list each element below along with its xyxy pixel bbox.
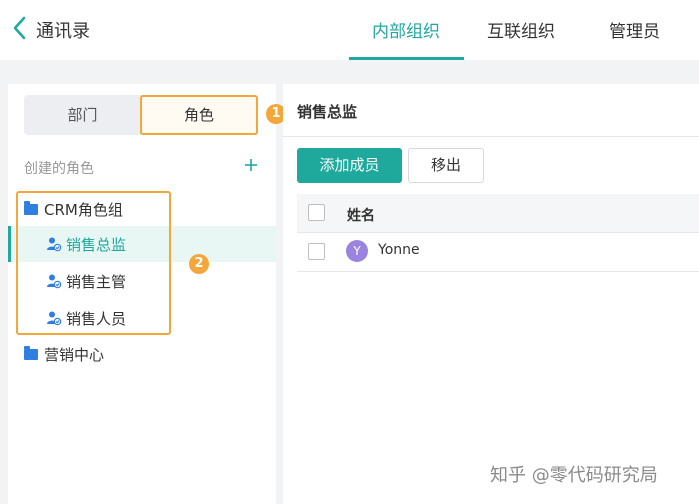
avatar: Y: [346, 240, 368, 262]
chevron-left-icon: [13, 16, 26, 40]
main-panel: [283, 84, 699, 504]
role-group-marketing[interactable]: 营销中心: [24, 343, 104, 365]
tab-admin[interactable]: 管理员: [609, 17, 660, 42]
plus-icon: [245, 159, 257, 171]
remove-button[interactable]: 移出: [408, 148, 484, 183]
active-tab-indicator: [349, 57, 464, 60]
tab-connected-org[interactable]: 互联组织: [487, 17, 555, 42]
segment-department[interactable]: 部门: [24, 95, 141, 135]
tab-internal-org[interactable]: 内部组织: [372, 17, 440, 42]
segment-role[interactable]: 角色: [140, 95, 258, 135]
divider: [297, 232, 699, 233]
dept-role-switch: 部门 角色: [24, 95, 258, 135]
created-roles-label: 创建的角色: [24, 161, 94, 177]
role-title: 销售总监: [297, 103, 358, 121]
folder-icon: [24, 345, 38, 360]
divider: [297, 271, 699, 272]
row-checkbox[interactable]: [308, 243, 325, 260]
column-header-name: 姓名: [347, 208, 375, 224]
select-all-checkbox[interactable]: [308, 204, 325, 221]
watermark-text: 知乎 @零代码研究局: [490, 465, 658, 486]
role-group-label: 营销中心: [44, 345, 105, 364]
page-title: 通讯录: [36, 21, 90, 42]
divider: [283, 136, 699, 137]
top-header: 通讯录 内部组织 互联组织 管理员: [0, 0, 699, 60]
add-member-button[interactable]: 添加成员: [297, 148, 402, 183]
add-role-button[interactable]: [244, 155, 258, 175]
member-name: Yonne: [378, 242, 420, 258]
back-button[interactable]: [8, 14, 30, 42]
callout-badge-2: 2: [189, 254, 209, 274]
highlight-frame: [16, 191, 171, 335]
